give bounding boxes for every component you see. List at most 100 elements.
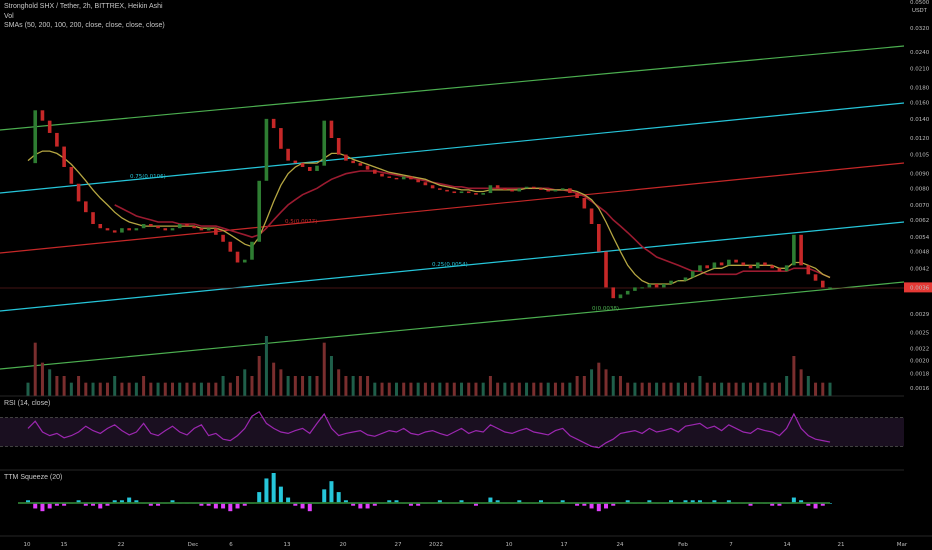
price-candle[interactable] — [279, 128, 283, 149]
price-candle[interactable] — [214, 228, 218, 235]
price-candle[interactable] — [560, 188, 565, 190]
price-candle[interactable] — [524, 186, 529, 189]
price-candle[interactable] — [358, 163, 363, 166]
price-candle[interactable] — [582, 197, 587, 209]
price-candle[interactable] — [409, 176, 413, 180]
price-candle[interactable] — [40, 110, 45, 121]
price-candle[interactable] — [373, 169, 377, 174]
price-candle[interactable] — [55, 132, 59, 147]
price-candle[interactable] — [813, 274, 818, 281]
price-axis[interactable]: 0.0500 0.0320 0.0240 0.0210 0.0180 0.0160 0.01… — [904, 0, 932, 550]
price-candle[interactable] — [264, 118, 269, 181]
price-candle[interactable] — [784, 265, 789, 272]
price-candle[interactable] — [344, 154, 348, 161]
price-candle[interactable] — [618, 294, 623, 299]
price-candle[interactable] — [503, 188, 507, 190]
price-candle[interactable] — [633, 287, 637, 291]
price-candle[interactable] — [719, 262, 724, 266]
price-candle[interactable] — [127, 228, 131, 231]
price-candle[interactable] — [257, 180, 262, 242]
price-candle[interactable] — [300, 163, 305, 167]
price-candle[interactable] — [495, 185, 500, 189]
price-candle[interactable] — [134, 228, 139, 231]
price-candle[interactable] — [199, 228, 204, 231]
price-candle[interactable] — [445, 189, 449, 192]
price-candle[interactable] — [474, 193, 478, 195]
price-candle[interactable] — [206, 228, 211, 231]
price-candle[interactable] — [149, 224, 153, 227]
price-candle[interactable] — [394, 177, 399, 180]
price-candle[interactable] — [33, 110, 38, 164]
price-candle[interactable] — [98, 224, 103, 229]
price-candle[interactable] — [488, 185, 493, 194]
chart-title[interactable]: Stronghold SHX / Tether, 2h, BITTREX, He… — [4, 3, 163, 10]
price-candle[interactable] — [170, 228, 175, 231]
price-candle[interactable] — [307, 166, 312, 171]
price-candle[interactable] — [676, 280, 681, 282]
price-candle[interactable] — [120, 228, 124, 233]
price-candle[interactable] — [712, 262, 717, 269]
price-candle[interactable] — [510, 189, 514, 192]
price-candle[interactable] — [553, 189, 558, 192]
price-candle[interactable] — [662, 283, 666, 288]
price-candle[interactable] — [91, 212, 95, 225]
price-candle[interactable] — [69, 166, 74, 184]
price-candle[interactable] — [799, 234, 803, 266]
price-candle[interactable] — [669, 280, 673, 284]
price-candle[interactable] — [640, 287, 644, 289]
price-candle[interactable] — [177, 224, 182, 229]
price-candle[interactable] — [539, 188, 543, 190]
price-candle[interactable] — [575, 193, 579, 198]
price-candle[interactable] — [438, 188, 442, 190]
price-candle[interactable] — [625, 290, 630, 295]
sma-legend[interactable]: SMAs (50, 200, 100, 200, close, close, c… — [4, 22, 165, 29]
price-candle[interactable] — [777, 268, 782, 272]
price-candle[interactable] — [47, 120, 52, 133]
price-candle[interactable] — [336, 138, 341, 155]
price-candle[interactable] — [741, 262, 746, 266]
price-candle[interactable] — [517, 188, 522, 192]
price-candle[interactable] — [806, 265, 811, 275]
price-candle[interactable] — [141, 224, 146, 229]
price-candle[interactable] — [423, 182, 428, 186]
price-candle[interactable] — [163, 228, 168, 231]
price-candle[interactable] — [242, 259, 247, 263]
price-candle[interactable] — [62, 146, 66, 167]
price-candle[interactable] — [416, 179, 420, 183]
price-candle[interactable] — [156, 226, 160, 229]
price-candle[interactable] — [430, 185, 435, 189]
price-candle[interactable] — [84, 201, 88, 213]
price-candle[interactable] — [792, 234, 796, 266]
price-candle[interactable] — [683, 277, 688, 281]
price-candle[interactable] — [531, 186, 536, 189]
price-candle[interactable] — [690, 271, 695, 278]
price-candle[interactable] — [322, 120, 327, 166]
price-candle[interactable] — [698, 265, 702, 272]
price-candle[interactable] — [748, 265, 753, 269]
price-candle[interactable] — [828, 287, 832, 289]
price-candle[interactable] — [401, 176, 406, 180]
price-candle[interactable] — [351, 160, 355, 164]
price-candle[interactable] — [329, 120, 334, 139]
price-candle[interactable] — [112, 230, 117, 233]
price-candle[interactable] — [221, 234, 225, 242]
price-candle[interactable] — [611, 287, 616, 299]
price-candle[interactable] — [315, 165, 319, 171]
price-candle[interactable] — [452, 191, 457, 194]
price-candle[interactable] — [546, 189, 551, 192]
price-candle[interactable] — [820, 280, 825, 288]
price-candle[interactable] — [763, 262, 767, 266]
price-candle[interactable] — [293, 160, 298, 164]
price-candle[interactable] — [365, 165, 370, 170]
price-candle[interactable] — [589, 208, 594, 225]
price-candle[interactable] — [459, 191, 464, 194]
price-candle[interactable] — [481, 193, 485, 195]
price-candle[interactable] — [770, 265, 774, 269]
price-candle[interactable] — [654, 283, 659, 288]
price-candle[interactable] — [192, 226, 196, 229]
price-candle[interactable] — [604, 251, 608, 288]
price-candle[interactable] — [235, 251, 240, 263]
price-candle[interactable] — [271, 118, 276, 129]
price-candle[interactable] — [76, 183, 81, 202]
price-candle[interactable] — [105, 228, 110, 231]
